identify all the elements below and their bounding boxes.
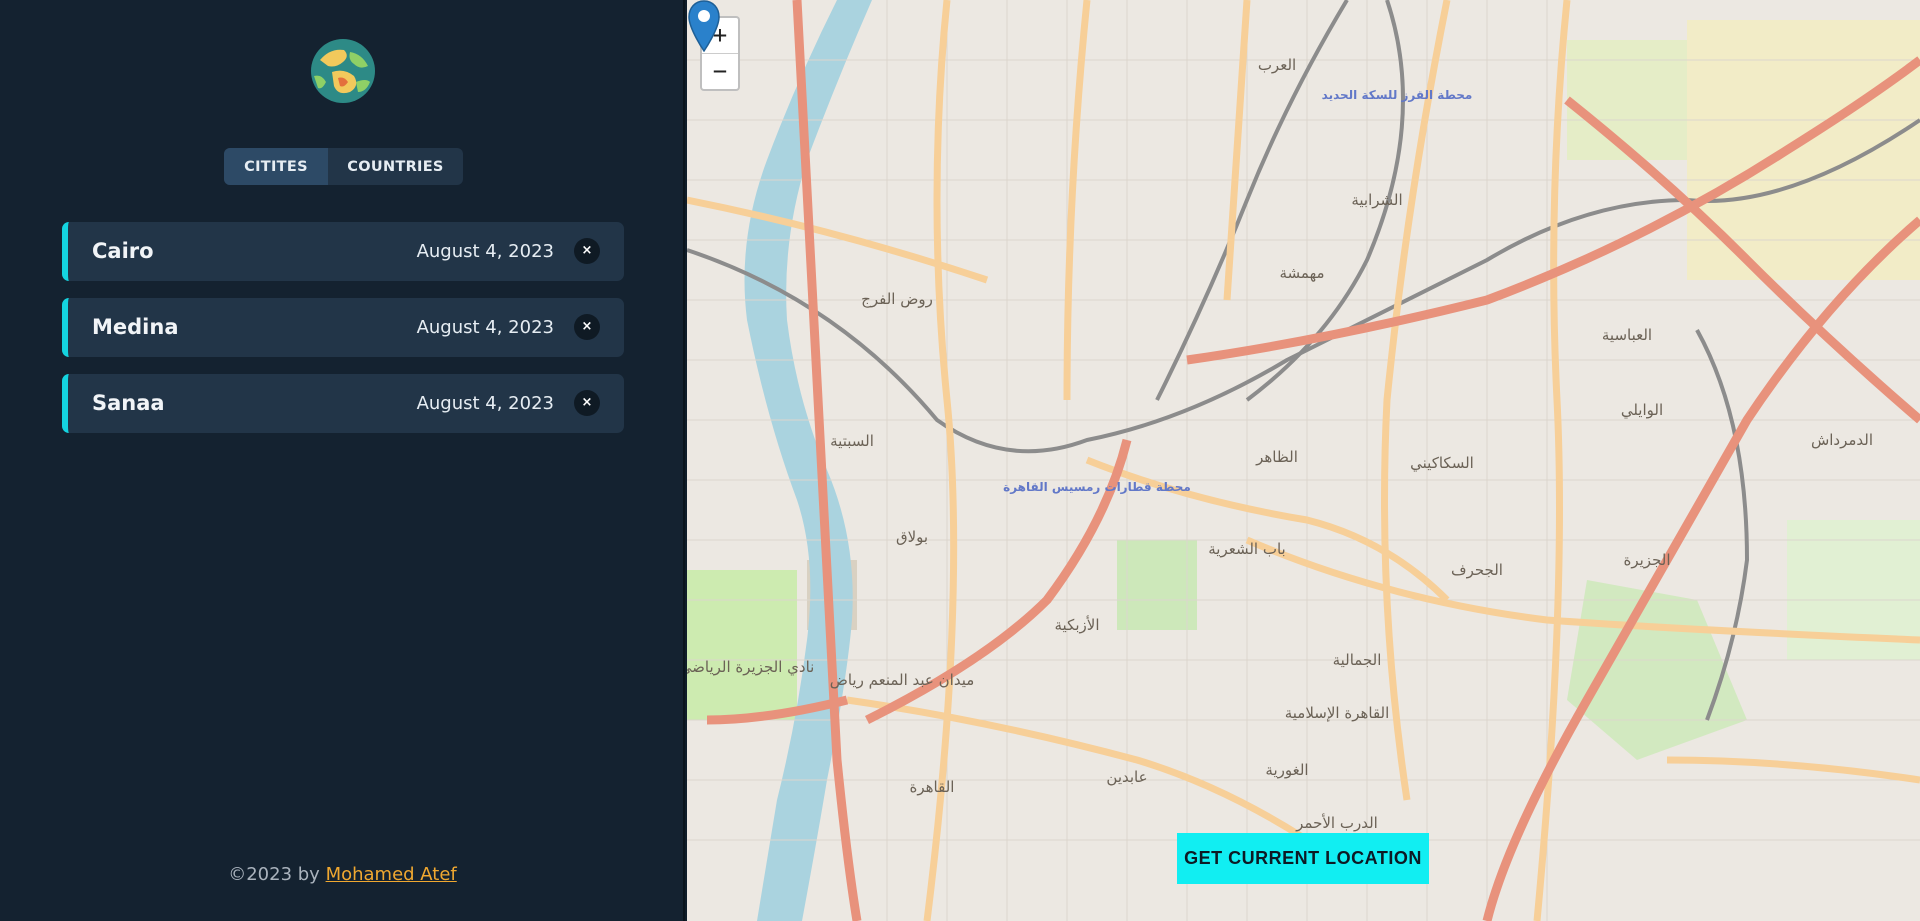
map-label: الجمالية <box>1333 651 1382 669</box>
city-name: Medina <box>92 315 179 339</box>
map-label: روض الفرج <box>861 290 933 309</box>
delete-city-button[interactable]: × <box>574 390 600 416</box>
map-label: الأزبكية <box>1055 615 1100 634</box>
city-date: August 4, 2023 <box>416 393 554 414</box>
map-label: القاهرة الإسلامية <box>1285 704 1390 722</box>
map-label: العباسية <box>1602 326 1652 344</box>
map-label: القاهرة <box>910 778 955 796</box>
author-link[interactable]: Mohamed Atef <box>326 864 457 885</box>
footer: ©2023 by Mohamed Atef <box>0 864 685 885</box>
city-item-cairo[interactable]: Cairo August 4, 2023 × <box>62 222 624 281</box>
tab-countries[interactable]: COUNTRIES <box>328 148 463 185</box>
city-date: August 4, 2023 <box>416 317 554 338</box>
map-label: مهمشة <box>1279 264 1324 282</box>
map-label: الدرب الأحمر <box>1295 813 1378 832</box>
city-name: Cairo <box>92 239 154 263</box>
sidebar: CITITES COUNTRIES Cairo August 4, 2023 ×… <box>0 0 685 921</box>
city-date: August 4, 2023 <box>416 241 554 262</box>
tab-switcher: CITITES COUNTRIES <box>224 148 463 185</box>
zoom-out-button[interactable]: − <box>702 54 738 89</box>
copyright-text: ©2023 by <box>228 864 320 885</box>
location-marker-icon[interactable] <box>687 0 721 52</box>
tab-cities[interactable]: CITITES <box>224 148 328 185</box>
map-label: عابدين <box>1106 768 1147 786</box>
map-label: الدمرداش <box>1811 431 1873 449</box>
map-label: السبتية <box>830 432 874 450</box>
map-label: باب الشعرية <box>1208 540 1285 558</box>
map-label: العرب <box>1258 56 1296 74</box>
station-label: محطة القرز للسكة الحديد <box>1322 88 1473 102</box>
city-name: Sanaa <box>92 391 165 415</box>
map-label: الشرابية <box>1351 191 1402 209</box>
map-label: الجزيرة <box>1623 551 1670 569</box>
map-label: الجحرف <box>1451 561 1503 579</box>
delete-city-button[interactable]: × <box>574 238 600 264</box>
get-current-location-button[interactable]: GET CURRENT LOCATION <box>1177 833 1429 884</box>
map-label: السكاكيني <box>1410 454 1474 473</box>
map-label: الوايلي <box>1621 401 1663 420</box>
map-label: الظاهر <box>1255 448 1298 466</box>
map-label: الغورية <box>1265 761 1308 779</box>
map-view[interactable]: روض الفرج السبتية بولاق الظاهر السكاكيني… <box>687 0 1920 921</box>
map-tiles[interactable]: روض الفرج السبتية بولاق الظاهر السكاكيني… <box>687 0 1920 921</box>
map-label: بولاق <box>896 528 928 546</box>
city-item-medina[interactable]: Medina August 4, 2023 × <box>62 298 624 357</box>
city-list: Cairo August 4, 2023 × Medina August 4, … <box>62 222 624 450</box>
city-item-sanaa[interactable]: Sanaa August 4, 2023 × <box>62 374 624 433</box>
station-label: محطة قطارات رمسيس القاهرة <box>1003 480 1191 494</box>
globe-icon <box>311 39 375 103</box>
delete-city-button[interactable]: × <box>574 314 600 340</box>
map-label: ميدان عبد المنعم رياض <box>830 671 975 689</box>
map-label: نادي الجزيرة الرياضي <box>687 658 814 677</box>
